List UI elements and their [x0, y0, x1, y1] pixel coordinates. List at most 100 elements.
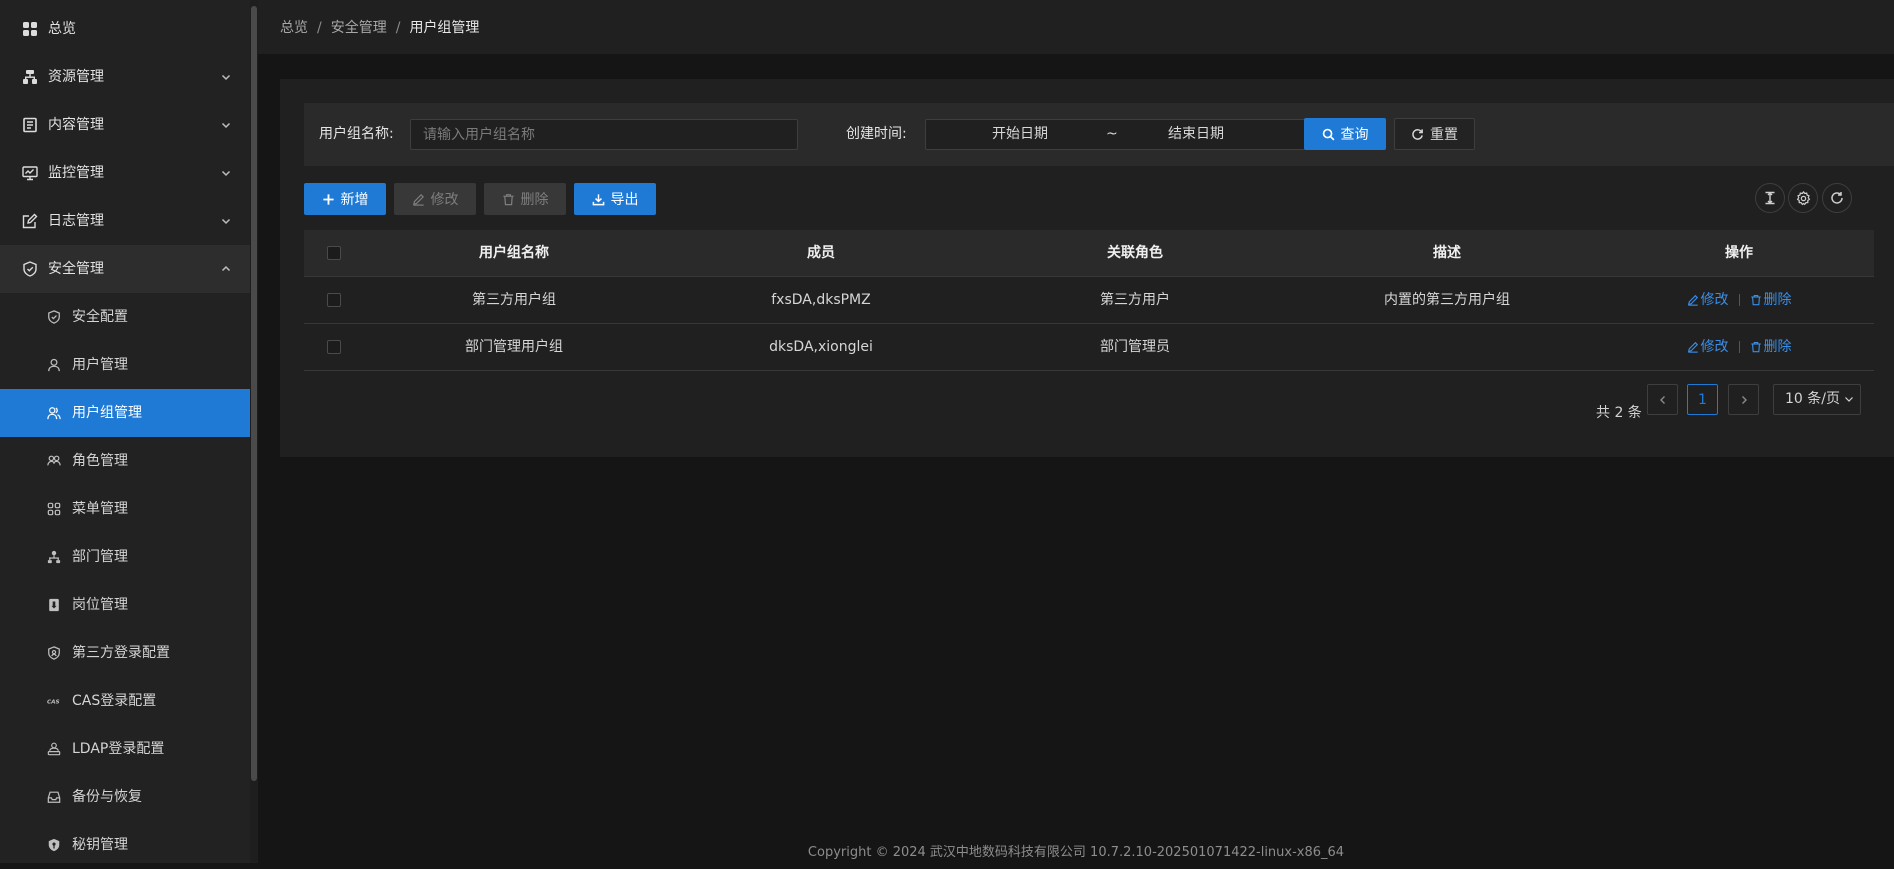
content-icon: [22, 117, 38, 133]
search-button[interactable]: 查询: [1304, 118, 1386, 150]
column-height-icon[interactable]: [1755, 183, 1785, 213]
column-header-name: 用户组名称: [479, 245, 549, 261]
group-name-input[interactable]: [410, 119, 798, 150]
menu-grid-icon: [47, 502, 61, 516]
cell-actions: 修改 删除: [1604, 324, 1874, 370]
search-icon: [1322, 128, 1335, 141]
sidebar-item-user-group-management[interactable]: 用户组管理: [0, 389, 250, 437]
chevron-down-icon: [220, 215, 232, 227]
column-header-members: 成员: [807, 245, 835, 261]
sidebar-item-label: 第三方登录配置: [72, 645, 170, 661]
breadcrumb: 总览 / 安全管理 / 用户组管理: [280, 0, 479, 57]
sidebar-item-resource[interactable]: 资源管理: [0, 53, 250, 101]
chevron-down-icon: [220, 119, 232, 131]
download-icon: [592, 193, 605, 206]
top-header: 总览 / 安全管理 / 用户组管理: [258, 0, 1894, 54]
sidebar-item-post-management[interactable]: 岗位管理: [0, 581, 250, 629]
reset-icon: [1411, 128, 1424, 141]
sidebar-item-key-management[interactable]: 秘钥管理: [0, 821, 250, 869]
cell-members: fxsDA,dksPMZ: [771, 292, 871, 308]
reset-button[interactable]: 重置: [1394, 118, 1475, 150]
sidebar-item-third-party-login[interactable]: 第三方登录配置: [0, 629, 250, 677]
edit-button[interactable]: 修改: [394, 183, 476, 215]
sidebar-item-ldap-login[interactable]: LDAP登录配置: [0, 725, 250, 773]
key-shield-icon: [47, 838, 61, 852]
page-size-select[interactable]: 10 条/页: [1773, 384, 1861, 415]
end-date-input[interactable]: 结束日期: [1168, 120, 1224, 149]
pagination-total: 共 2 条: [1596, 405, 1642, 421]
sidebar-item-log[interactable]: 日志管理: [0, 197, 250, 245]
date-range-picker[interactable]: 开始日期 ~ 结束日期: [925, 119, 1327, 150]
chevron-left-icon: [1658, 395, 1668, 405]
sidebar-item-label: 备份与恢复: [72, 789, 142, 805]
sidebar-item-label: 用户组管理: [72, 405, 142, 421]
export-button-label: 导出: [610, 192, 639, 208]
group-name-label: 用户组名称:: [319, 126, 394, 142]
add-button-label: 新增: [340, 192, 369, 208]
delete-button[interactable]: 删除: [484, 183, 566, 215]
action-divider: [1738, 294, 1740, 306]
sidebar-item-user-management[interactable]: 用户管理: [0, 341, 250, 389]
sidebar-item-security[interactable]: 安全管理: [0, 245, 250, 293]
export-button[interactable]: 导出: [574, 183, 656, 215]
trash-icon: [1750, 341, 1762, 353]
table-row: 第三方用户组 fxsDA,dksPMZ 第三方用户 内置的第三方用户组 修改 删…: [304, 277, 1874, 324]
refresh-icon[interactable]: [1822, 183, 1852, 213]
row-delete-link[interactable]: 删除: [1750, 277, 1792, 323]
sidebar-item-monitor[interactable]: 监控管理: [0, 149, 250, 197]
sidebar-item-role-management[interactable]: 角色管理: [0, 437, 250, 485]
edit-button-label: 修改: [430, 192, 459, 208]
breadcrumb-item-overview[interactable]: 总览: [280, 20, 308, 36]
sidebar-item-menu-management[interactable]: 菜单管理: [0, 485, 250, 533]
monitor-icon: [22, 165, 38, 181]
sidebar-item-security-config[interactable]: 安全配置: [0, 293, 250, 341]
column-header-actions: 操作: [1725, 245, 1753, 261]
date-range-separator: ~: [1106, 126, 1118, 142]
pagination-page-1[interactable]: 1: [1687, 384, 1718, 415]
sidebar-item-label: 部门管理: [72, 549, 128, 565]
row-edit-link[interactable]: 修改: [1687, 324, 1729, 370]
pagination-next-button[interactable]: [1728, 384, 1759, 415]
sidebar-item-cas-login[interactable]: CAS CAS登录配置: [0, 677, 250, 725]
create-time-label: 创建时间:: [846, 126, 907, 142]
sidebar-scrollbar-thumb[interactable]: [251, 6, 257, 781]
row-edit-label: 修改: [1700, 292, 1729, 308]
breadcrumb-item-current: 用户组管理: [409, 20, 480, 36]
cell-name: 部门管理用户组: [465, 339, 563, 355]
breadcrumb-item-security[interactable]: 安全管理: [331, 20, 387, 36]
select-all-checkbox[interactable]: [327, 246, 341, 260]
cas-icon: CAS: [47, 694, 61, 708]
sidebar-item-overview[interactable]: 总览: [0, 5, 250, 53]
log-icon: [22, 213, 38, 229]
pagination-prev-button[interactable]: [1647, 384, 1678, 415]
delete-button-label: 删除: [520, 192, 549, 208]
edit-icon: [1687, 294, 1699, 306]
sidebar-item-label: 角色管理: [72, 453, 128, 469]
post-icon: [47, 598, 61, 612]
edit-icon: [1687, 341, 1699, 353]
row-checkbox[interactable]: [327, 340, 341, 354]
org-tree-icon: [47, 550, 61, 564]
trash-icon: [502, 193, 515, 206]
table-header-row: 用户组名称 成员 关联角色 描述 操作: [304, 230, 1874, 277]
svg-text:CAS: CAS: [47, 700, 60, 706]
filter-bar: 用户组名称: 创建时间: 开始日期 ~ 结束日期 查询 重置: [304, 103, 1894, 166]
backup-icon: [47, 790, 61, 804]
row-checkbox[interactable]: [327, 293, 341, 307]
sidebar-item-label: 总览: [48, 21, 76, 37]
ldap-icon: [47, 742, 61, 756]
sidebar-item-department-management[interactable]: 部门管理: [0, 533, 250, 581]
user-group-table: 用户组名称 成员 关联角色 描述 操作 第三方用户组 fxsDA,dksPMZ …: [304, 230, 1874, 371]
row-edit-link[interactable]: 修改: [1687, 277, 1729, 323]
sidebar-item-backup-restore[interactable]: 备份与恢复: [0, 773, 250, 821]
column-header-description: 描述: [1433, 245, 1461, 261]
row-delete-label: 删除: [1763, 292, 1792, 308]
sidebar-item-content[interactable]: 内容管理: [0, 101, 250, 149]
role-icon: [47, 454, 61, 468]
chevron-down-icon: [220, 71, 232, 83]
action-divider: [1738, 341, 1740, 353]
row-delete-link[interactable]: 删除: [1750, 324, 1792, 370]
settings-icon[interactable]: [1788, 183, 1818, 213]
add-button[interactable]: 新增: [304, 183, 386, 215]
start-date-input[interactable]: 开始日期: [992, 120, 1048, 149]
